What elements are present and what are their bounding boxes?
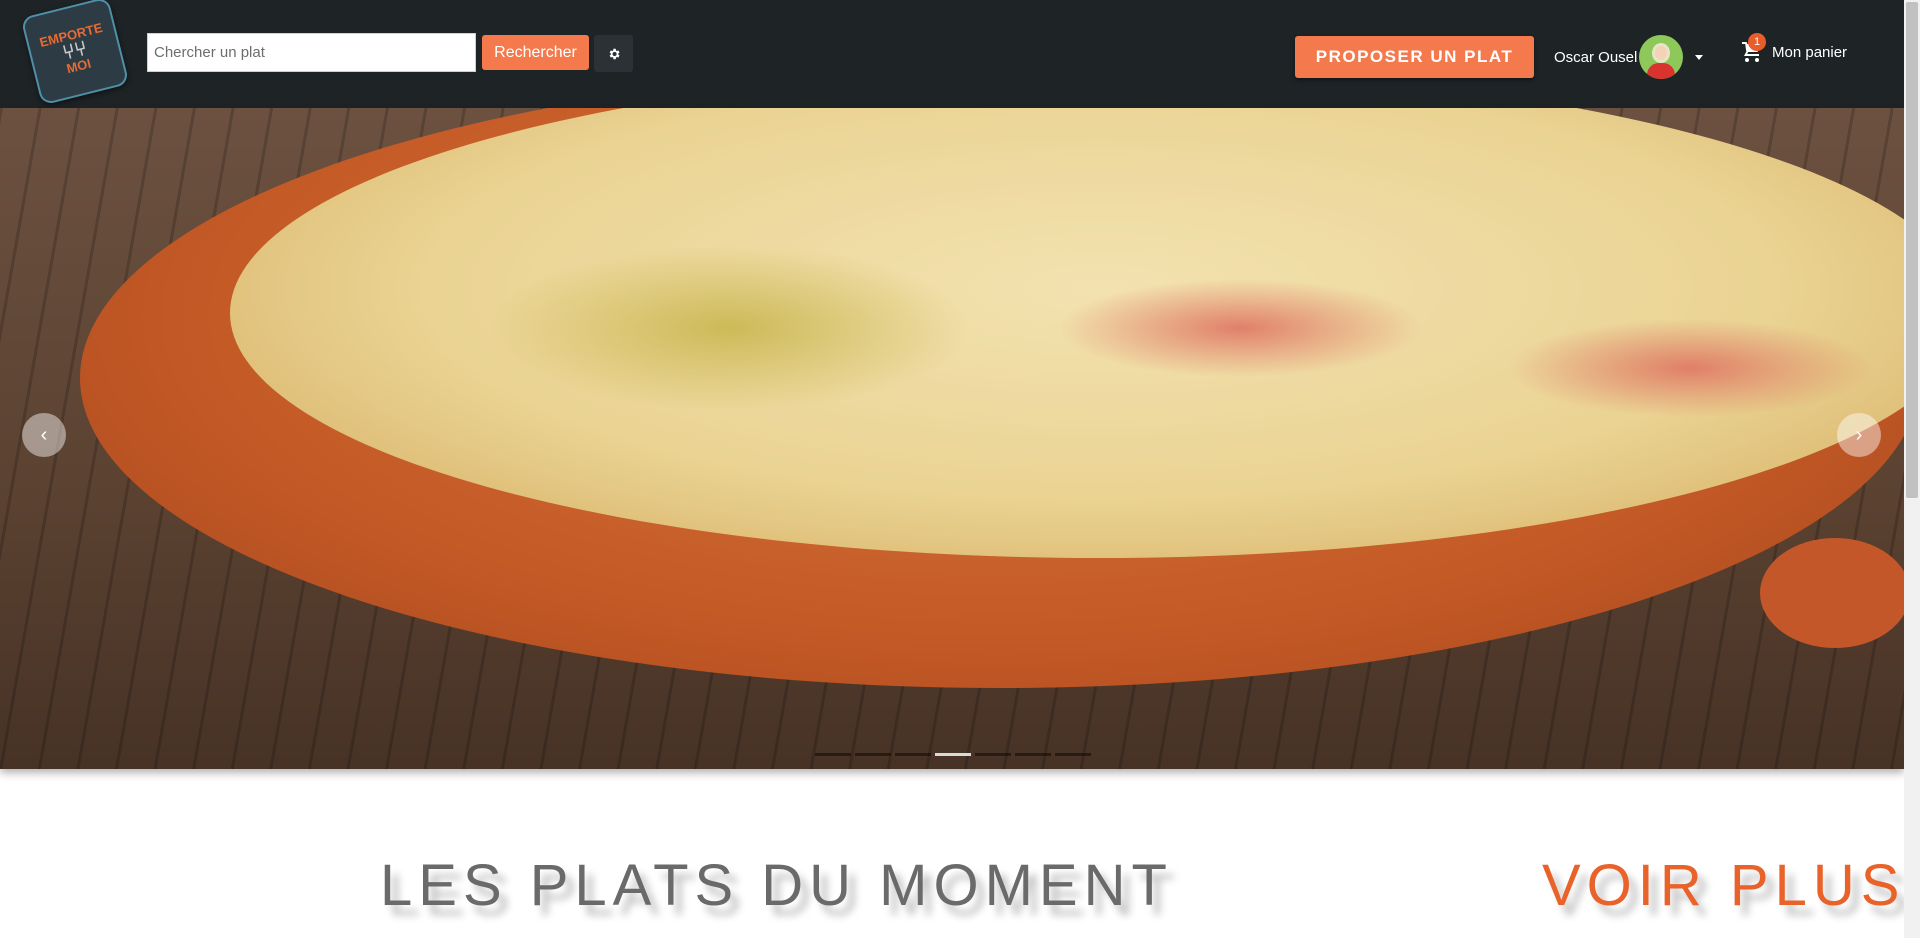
slide-image [80,108,1904,688]
propose-dish-button[interactable]: PROPOSER UN PLAT [1295,36,1534,78]
site-logo[interactable]: EMPORTE ⑂⑂ MOI [20,0,130,106]
carousel-indicator[interactable] [855,753,891,756]
section-title: LES PLATS DU MOMENT [380,853,1173,918]
carousel-indicator[interactable] [815,753,851,756]
user-name: Oscar Ousel [1554,48,1638,66]
logo-text-bottom: MOI [65,55,93,77]
carousel-indicators [815,753,1091,756]
caret-down-icon [1695,54,1704,60]
carousel-prev-button[interactable]: ‹ [22,413,66,457]
cart-count-badge: 1 [1748,33,1766,51]
user-menu[interactable]: Oscar Ousel [1554,35,1704,79]
carousel-indicator[interactable] [975,753,1011,756]
settings-button[interactable] [594,35,633,72]
carousel-indicator[interactable] [935,753,971,756]
gear-icon [609,48,620,59]
see-more-link[interactable]: VOIR PLUS [1542,852,1905,919]
navbar: EMPORTE ⑂⑂ MOI Rechercher PROPOSER UN PL… [0,0,1904,108]
carousel-next-button[interactable]: › [1837,413,1881,457]
carousel-indicator[interactable] [895,753,931,756]
search-input[interactable] [147,33,476,72]
carousel-indicator[interactable] [1015,753,1051,756]
hero-carousel [0,108,1904,769]
scrollbar-thumb[interactable] [1906,2,1918,498]
cart-label: Mon panier [1772,43,1848,61]
search-button[interactable]: Rechercher [482,35,589,70]
avatar [1639,35,1684,79]
carousel-indicator[interactable] [1055,753,1091,756]
